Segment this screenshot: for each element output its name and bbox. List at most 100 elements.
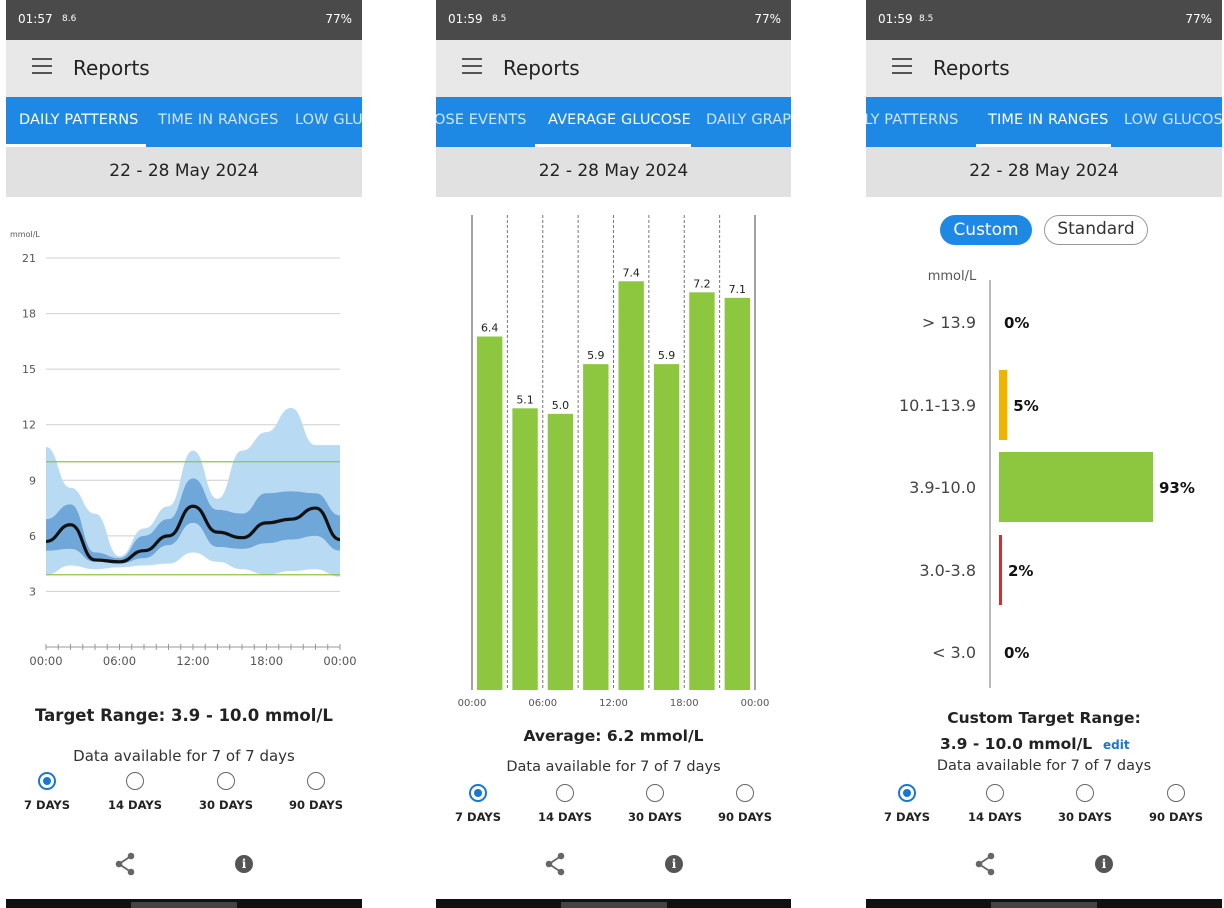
data-availability: Data available for 7 of 7 days <box>506 759 721 775</box>
bottom-actions: i <box>866 852 1222 882</box>
report-tabs: ILY PATTERNS TIME IN RANGES LOW GLUCOSE <box>866 97 1222 147</box>
period-7-days[interactable]: 7 DAYS <box>7 772 87 812</box>
hamburger-menu-icon[interactable] <box>892 58 912 74</box>
period-14-days[interactable]: 14 DAYS <box>525 784 605 824</box>
home-handle[interactable] <box>561 902 667 908</box>
bar-value-label: 7.2 <box>693 277 711 290</box>
radio-icon[interactable] <box>736 784 754 802</box>
radio-icon[interactable] <box>646 784 664 802</box>
period-90-days[interactable]: 90 DAYS <box>705 784 785 824</box>
y-tick-label: 3 <box>29 585 36 598</box>
hamburger-menu-icon[interactable] <box>462 58 482 74</box>
period-30-days[interactable]: 30 DAYS <box>1045 784 1125 824</box>
tab-time-in-ranges[interactable]: TIME IN RANGES <box>158 112 278 128</box>
tab-glucose-events[interactable]: OSE EVENTS <box>436 112 527 128</box>
radio-icon[interactable] <box>986 784 1004 802</box>
period-90-days[interactable]: 90 DAYS <box>1136 784 1216 824</box>
target-range-label: Target Range: 3.9 - 10.0 mmol/L <box>35 706 333 725</box>
tab-daily-patterns[interactable]: DAILY PATTERNS <box>19 112 138 128</box>
custom-target-range: 3.9 - 10.0 mmol/L <box>940 735 1093 753</box>
glucose-bar <box>477 336 503 690</box>
info-icon[interactable]: i <box>665 855 683 873</box>
time-in-ranges-chart: mmol/L > 13.9 0% 10.1-13.9 5% 3.9-10.0 93% 3.0… <box>899 269 1195 688</box>
glucose-bar <box>512 408 538 690</box>
share-icon[interactable] <box>544 852 566 876</box>
tab-low-glucose[interactable]: LOW GLUCOSE <box>1124 112 1222 128</box>
y-axis-unit: mmol/L <box>10 230 40 239</box>
app-bar: Reports <box>6 40 362 97</box>
period-90-days[interactable]: 90 DAYS <box>276 772 356 812</box>
radio-icon[interactable] <box>1167 784 1185 802</box>
date-range: 22 - 28 May 2024 <box>6 147 362 197</box>
standard-toggle-button[interactable]: Standard <box>1044 215 1148 245</box>
battery-level: 77% <box>754 12 781 26</box>
bar-value-label: 7.4 <box>622 266 640 279</box>
page-title: Reports <box>503 56 580 80</box>
custom-toggle-button[interactable]: Custom <box>940 215 1032 245</box>
range-percent-label: 5% <box>1013 397 1038 415</box>
home-handle[interactable] <box>991 902 1097 908</box>
period-14-days[interactable]: 14 DAYS <box>95 772 175 812</box>
period-14-days[interactable]: 14 DAYS <box>955 784 1035 824</box>
x-tick-label: 00:00 <box>741 698 770 709</box>
bar-value-label: 5.9 <box>658 349 676 362</box>
report-tabs: OSE EVENTS AVERAGE GLUCOSE DAILY GRAPH <box>436 97 791 147</box>
range-bar <box>999 535 1002 605</box>
period-30-days[interactable]: 30 DAYS <box>615 784 695 824</box>
x-tick-label: 12:00 <box>176 654 209 668</box>
range-label: 10.1-13.9 <box>899 396 976 415</box>
bar-value-label: 5.0 <box>552 399 570 412</box>
y-tick-label: 9 <box>29 474 36 487</box>
bar-value-label: 7.1 <box>729 283 747 296</box>
radio-icon[interactable] <box>126 772 144 790</box>
radio-icon[interactable] <box>307 772 325 790</box>
hamburger-menu-icon[interactable] <box>32 58 52 74</box>
period-7-days[interactable]: 7 DAYS <box>867 784 947 824</box>
share-icon[interactable] <box>114 852 136 876</box>
radio-icon[interactable] <box>556 784 574 802</box>
status-time: 01:59 <box>878 12 913 26</box>
system-nav-bar <box>6 899 362 908</box>
range-percent-label: 0% <box>1004 644 1029 662</box>
range-percent-label: 93% <box>1159 479 1195 497</box>
radio-icon[interactable] <box>217 772 235 790</box>
radio-selected-icon[interactable] <box>898 784 916 802</box>
tab-low-glucose[interactable]: LOW GLUC <box>295 112 362 128</box>
status-bar: 01:59 8.5 77% <box>866 0 1222 40</box>
share-icon[interactable] <box>974 852 996 876</box>
edit-link[interactable]: edit <box>1103 738 1130 752</box>
x-tick-label: 12:00 <box>599 698 628 709</box>
bottom-actions: i <box>6 852 362 882</box>
period-selector: 7 DAYS 14 DAYS 30 DAYS 90 DAYS <box>866 784 1222 844</box>
glucose-bar <box>724 297 750 690</box>
battery-level: 77% <box>325 12 352 26</box>
info-icon[interactable]: i <box>1095 855 1113 873</box>
range-label: 3.0-3.8 <box>919 561 976 580</box>
app-bar: Reports <box>436 40 791 97</box>
radio-selected-icon[interactable] <box>469 784 487 802</box>
status-time: 01:59 <box>448 12 483 26</box>
report-tabs: DAILY PATTERNS TIME IN RANGES LOW GLUC <box>6 97 362 147</box>
range-percent-label: 2% <box>1008 562 1033 580</box>
period-selector: 7 DAYS 14 DAYS 30 DAYS 90 DAYS <box>436 784 791 844</box>
battery-level: 77% <box>1185 12 1212 26</box>
bar-value-label: 5.1 <box>516 393 534 406</box>
period-30-days[interactable]: 30 DAYS <box>186 772 266 812</box>
status-extra: 8.6 <box>62 14 77 24</box>
y-tick-label: 6 <box>29 530 36 543</box>
data-availability: Data available for 7 of 7 days <box>936 758 1152 774</box>
tab-average-glucose[interactable]: AVERAGE GLUCOSE <box>548 112 691 128</box>
screen-daily-patterns: 01:57 8.6 77% Reports DAILY PATTERNS TIM… <box>6 0 362 908</box>
tab-time-in-ranges[interactable]: TIME IN RANGES <box>988 112 1108 128</box>
tab-daily-graph[interactable]: DAILY GRAPH <box>706 112 791 128</box>
status-extra: 8.5 <box>492 14 507 24</box>
bottom-actions: i <box>436 852 791 882</box>
info-icon[interactable]: i <box>235 855 253 873</box>
radio-selected-icon[interactable] <box>38 772 56 790</box>
radio-icon[interactable] <box>1076 784 1094 802</box>
period-7-days[interactable]: 7 DAYS <box>438 784 518 824</box>
home-handle[interactable] <box>131 902 237 908</box>
screen-average-glucose: 01:59 8.5 77% Reports OSE EVENTS AVERAGE… <box>436 0 791 908</box>
status-bar: 01:59 8.5 77% <box>436 0 791 40</box>
tab-daily-patterns[interactable]: ILY PATTERNS <box>866 112 958 128</box>
